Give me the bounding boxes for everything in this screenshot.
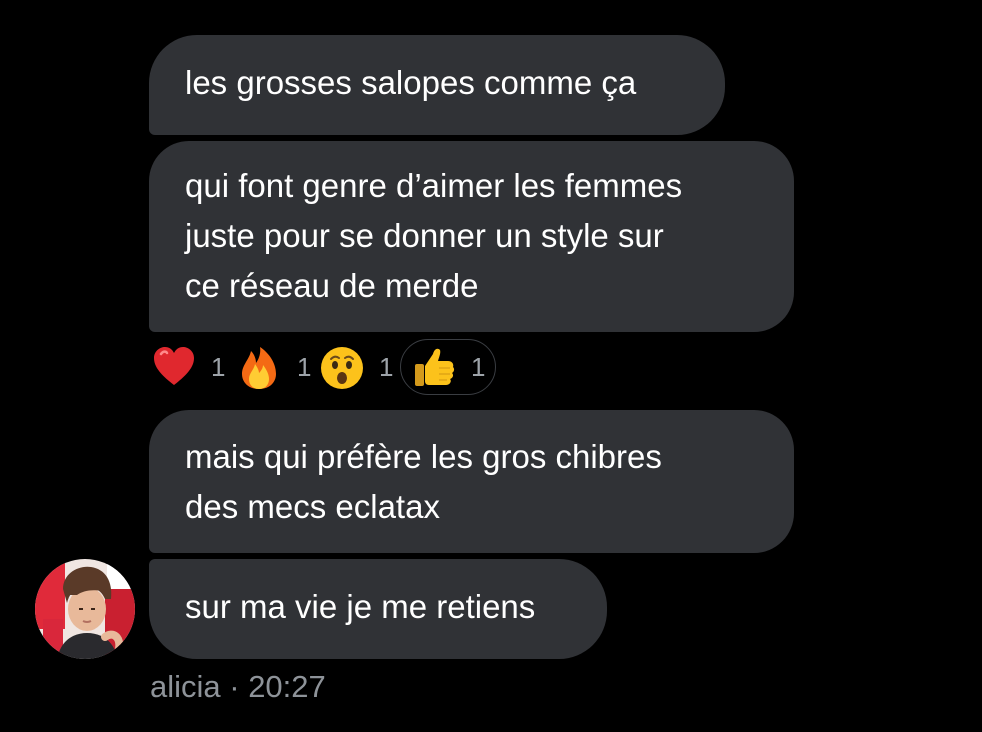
message-bubble[interactable]: les grosses salopes comme ça (149, 35, 725, 135)
reaction-count: 1 (379, 352, 394, 382)
avatar[interactable] (35, 559, 135, 659)
reaction-count: 1 (471, 352, 486, 382)
reaction-bar: 1 1 1 1 (149, 339, 509, 395)
red-heart-emoji-icon (154, 347, 194, 385)
reaction-count: 1 (297, 352, 312, 382)
message-bubble[interactable]: qui font genre d’aimer les femmes juste … (149, 141, 794, 332)
message-bubble[interactable]: sur ma vie je me retiens (149, 559, 607, 659)
fire-emoji-icon (242, 347, 276, 389)
reaction-count: 1 (211, 352, 226, 382)
sender-timestamp: alicia · 20:27 (150, 669, 326, 704)
hushed-face-emoji-icon (321, 347, 363, 389)
thumbs-up-emoji-icon (415, 348, 455, 386)
reaction-thumbs-up-selected[interactable]: 1 (400, 339, 496, 395)
profile-photo-icon (35, 559, 135, 659)
message-bubble[interactable]: mais qui préfère les gros chibres des me… (149, 410, 794, 553)
